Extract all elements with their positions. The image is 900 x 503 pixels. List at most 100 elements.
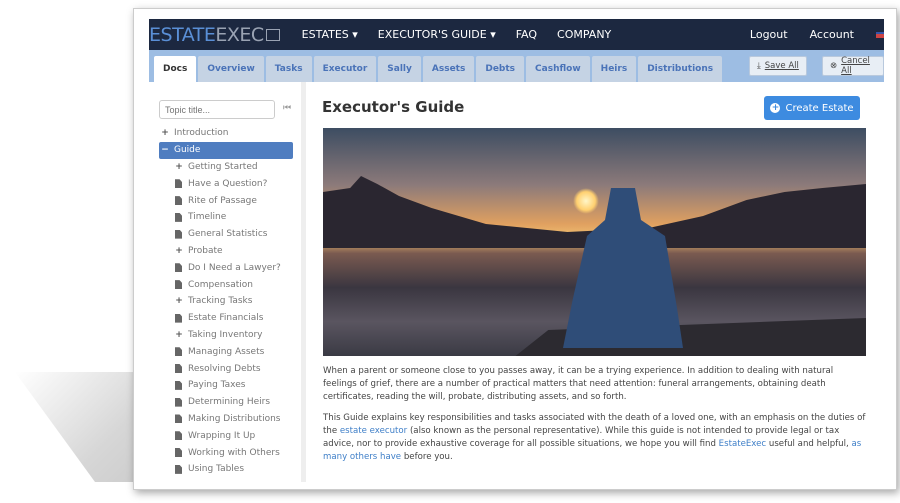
tree-item[interactable]: + Tracking Tasks: [159, 293, 293, 310]
tree-item-label: Do I Need a Lawyer?: [188, 262, 281, 273]
tree-item-label: Resolving Debts: [188, 363, 261, 374]
scale-icon: [265, 28, 280, 41]
tab-heirs[interactable]: Heirs: [591, 56, 637, 82]
nav-executors-guide[interactable]: EXECUTOR'S GUIDE ▾: [378, 28, 496, 41]
tree-item[interactable]: Working with Others: [159, 444, 293, 461]
document-icon: [175, 263, 182, 273]
tab-cashflow[interactable]: Cashflow: [526, 56, 590, 82]
create-estate-label: Create Estate: [785, 102, 854, 114]
document-icon: [175, 313, 182, 323]
tree-item[interactable]: Making Distributions: [159, 411, 293, 428]
cancel-all-button[interactable]: ⊗ Cancel All: [822, 56, 884, 76]
tab-docs[interactable]: Docs: [154, 56, 197, 82]
plus-icon[interactable]: +: [173, 296, 185, 306]
nav-estates[interactable]: ESTATES ▾: [302, 28, 358, 41]
tab-executor[interactable]: Executor: [313, 56, 377, 82]
text: useful and helpful,: [766, 439, 852, 449]
tab-distributions[interactable]: Distributions: [638, 56, 723, 82]
nav-company[interactable]: COMPANY: [557, 28, 611, 41]
account-link[interactable]: Account: [810, 28, 854, 41]
tree-item[interactable]: Paying Taxes: [159, 377, 293, 394]
tab-bar: Docs Overview Tasks Executor Sally Assets Debt…: [149, 50, 884, 82]
tree-item-label: Determining Heirs: [188, 397, 271, 408]
sidebar: ⏮ +Introduction−Guide+Getting StartedHav…: [149, 82, 301, 482]
guide-paragraph: This Guide explains key responsibilities…: [323, 412, 868, 464]
logout-link[interactable]: Logout: [750, 28, 788, 41]
download-icon: ⤓: [757, 61, 761, 71]
create-estate-button[interactable]: + Create Estate: [764, 96, 860, 120]
hero-image: [323, 128, 866, 356]
document-icon: [175, 280, 182, 290]
tree-item-label: Getting Started: [188, 161, 258, 172]
tree-item-label: Rite of Passage: [188, 195, 257, 206]
tree-item[interactable]: + Getting Started: [159, 159, 293, 176]
page-title: Executor's Guide: [322, 98, 465, 116]
tree-item-label: Making Distributions: [188, 413, 281, 424]
tab-assets[interactable]: Assets: [422, 56, 475, 82]
tree-item[interactable]: Compensation: [159, 276, 293, 293]
tree-item[interactable]: Estate Financials: [159, 310, 293, 327]
logo-text: EXEC: [215, 23, 264, 46]
document-icon: [175, 464, 182, 474]
tree-item[interactable]: Managing Assets: [159, 343, 293, 360]
tree-item-label: Compensation: [188, 279, 253, 290]
tree-item-label: Working with Others: [188, 447, 280, 458]
tree-item[interactable]: Timeline: [159, 209, 293, 226]
tree-item[interactable]: Using Tables: [159, 461, 293, 478]
tree-item[interactable]: General Statistics: [159, 226, 293, 243]
text: before you.: [401, 452, 453, 462]
tree-item[interactable]: + Introduction: [159, 125, 293, 142]
tree-item-label: Guide: [174, 145, 201, 156]
button-label: Save All: [764, 61, 799, 71]
tree-item[interactable]: + Probate: [159, 243, 293, 260]
tree-item-label: Timeline: [188, 212, 227, 223]
tree-item[interactable]: + Taking Inventory: [159, 327, 293, 344]
plus-icon[interactable]: +: [173, 162, 185, 172]
logo-text: ESTATE: [149, 23, 216, 46]
tree-item-label: Introduction: [174, 128, 229, 139]
tree-item-label: Paying Taxes: [188, 380, 246, 391]
tree-item[interactable]: Rite of Passage: [159, 192, 293, 209]
flag-icon[interactable]: [876, 31, 884, 38]
plus-circle-icon: +: [770, 103, 781, 113]
document-icon: [175, 179, 182, 189]
topic-tree: + Introduction − Guide + Getting Started Have …: [159, 125, 293, 478]
tree-item-label: Have a Question?: [188, 178, 268, 189]
tab-sally[interactable]: Sally: [378, 56, 421, 82]
tree-item-label: Probate: [188, 245, 223, 256]
plus-icon[interactable]: +: [159, 128, 171, 138]
tree-item[interactable]: − Guide: [159, 141, 293, 159]
document-icon: [175, 212, 182, 222]
document-icon: [175, 196, 182, 206]
plus-icon[interactable]: +: [173, 246, 185, 256]
sidebar-splitter[interactable]: [301, 82, 306, 482]
cancel-icon: ⊗: [830, 61, 838, 71]
tab-debts[interactable]: Debts: [476, 56, 525, 82]
tree-item-label: General Statistics: [188, 229, 268, 240]
document-icon: [175, 431, 182, 441]
plus-icon[interactable]: +: [173, 330, 185, 340]
tree-item-label: Estate Financials: [188, 313, 264, 324]
tree-item-label: Managing Assets: [188, 346, 265, 357]
collapse-sidebar-icon[interactable]: ⏮: [283, 103, 291, 113]
tree-item[interactable]: Do I Need a Lawyer?: [159, 259, 293, 276]
tab-tasks[interactable]: Tasks: [265, 56, 312, 82]
logo[interactable]: ESTATE EXEC: [149, 24, 280, 46]
save-all-button[interactable]: ⤓ Save All: [749, 56, 807, 76]
tree-item[interactable]: Have a Question?: [159, 175, 293, 192]
tree-item-label: Wrapping It Up: [188, 430, 256, 441]
tree-item-label: Tracking Tasks: [188, 296, 253, 307]
tab-overview[interactable]: Overview: [198, 56, 264, 82]
estateexec-link[interactable]: EstateExec: [719, 439, 766, 449]
tree-item[interactable]: Determining Heirs: [159, 394, 293, 411]
tree-item-label: Taking Inventory: [188, 329, 263, 340]
document-icon: [175, 347, 182, 357]
nav-faq[interactable]: FAQ: [516, 28, 537, 41]
topic-search-input[interactable]: [159, 100, 275, 119]
estate-executor-link[interactable]: estate executor: [340, 426, 407, 436]
tree-item[interactable]: Wrapping It Up: [159, 427, 293, 444]
tree-item[interactable]: Resolving Debts: [159, 360, 293, 377]
document-icon: [175, 380, 182, 390]
minus-icon[interactable]: −: [159, 145, 171, 155]
button-label: Cancel All: [841, 56, 870, 76]
